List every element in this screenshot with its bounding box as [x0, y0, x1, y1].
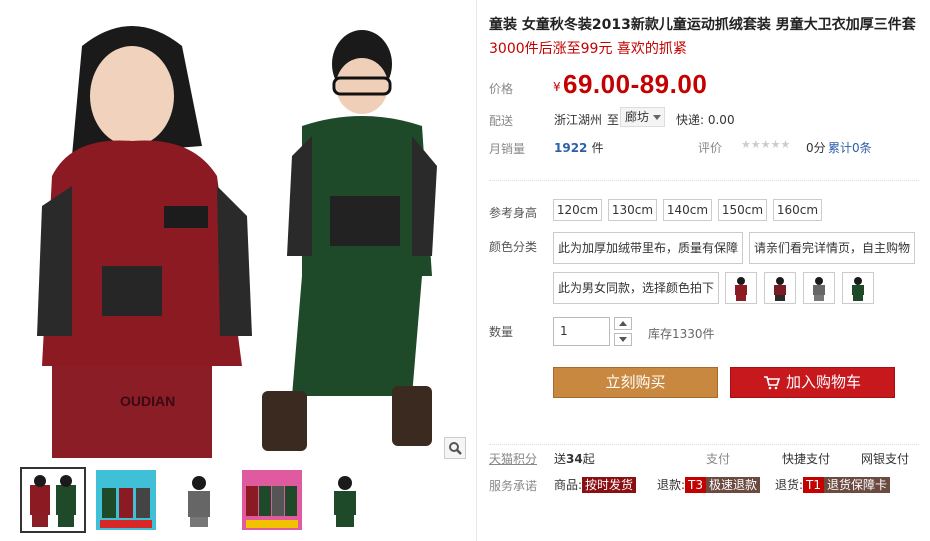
caret-down-icon — [653, 115, 661, 120]
color-label: 颜色分类 — [489, 240, 538, 254]
size-option-160[interactable]: 160cm — [773, 199, 822, 221]
monthly-sales-count: 1922 件 — [554, 141, 604, 155]
quantity-label: 数量 — [489, 325, 514, 339]
color-option-text-2[interactable]: 请亲们看完详情页，自主购物 — [749, 232, 915, 264]
product-info-panel: 童装 女童秋冬装2013新款儿童运动抓绒套装 男童大卫衣加厚三件套 3000件后… — [476, 0, 930, 541]
color-swatch-grey[interactable] — [803, 272, 835, 304]
thumbnail-3[interactable] — [166, 467, 232, 533]
fast-refund-badge: 极速退款 — [706, 477, 761, 493]
size-label: 参考身高 — [489, 206, 538, 220]
pay-bank: 网银支付 — [861, 452, 910, 466]
goods-promise: 商品: 按时发货 — [554, 476, 637, 493]
quantity-decrease-button[interactable] — [614, 333, 632, 346]
add-to-cart-button[interactable]: 加入购物车 — [730, 367, 895, 398]
quantity-input[interactable]: 1 — [553, 317, 610, 346]
points-info: 送34起 — [554, 452, 595, 466]
color-swatch-red-boy[interactable] — [764, 272, 796, 304]
rating-stars: ★★★★★ — [741, 138, 791, 151]
monthly-sales-label: 月销量 — [489, 142, 526, 156]
express-fee: 快递: 0.00 — [676, 113, 735, 127]
rating-score: 0分 — [806, 141, 826, 155]
product-promo: 3000件后涨至99元 喜欢的抓紧 — [489, 41, 687, 57]
add-to-cart-label: 加入购物车 — [785, 373, 861, 391]
payment-label: 支付 — [706, 452, 731, 466]
on-time-shipping-badge: 按时发货 — [582, 477, 637, 493]
color-option-text-1[interactable]: 此为加厚加绒带里布，质量有保障 — [553, 232, 743, 264]
cart-icon — [763, 375, 780, 389]
refund-promise: 退款: T3 极速退款 — [657, 476, 761, 493]
thumbnail-strip — [12, 462, 468, 538]
rating-label: 评价 — [698, 141, 723, 155]
size-option-140[interactable]: 140cm — [663, 199, 712, 221]
buy-now-label: 立刻购买 — [605, 373, 666, 391]
review-count-link[interactable]: 累计0条 — [828, 139, 872, 156]
quantity-increase-button[interactable] — [614, 317, 632, 330]
service-divider — [489, 444, 919, 445]
destination-select[interactable]: 廊坊 — [620, 107, 665, 127]
shipping-label: 配送 — [489, 114, 514, 128]
color-option-text-3[interactable]: 此为男女同款，选择颜色拍下 — [553, 272, 719, 304]
return-guarantee-badge: 退货保障卡 — [824, 477, 891, 493]
size-option-130[interactable]: 130cm — [608, 199, 657, 221]
buy-now-button[interactable]: 立刻购买 — [553, 367, 718, 398]
thumbnail-4[interactable] — [239, 467, 305, 533]
product-title: 童装 女童秋冬装2013新款儿童运动抓绒套装 男童大卫衣加厚三件套 — [489, 17, 916, 33]
magnifier-icon — [449, 442, 462, 455]
caret-up-icon — [619, 321, 627, 326]
thumbnail-1[interactable] — [20, 467, 86, 533]
service-promise-label: 服务承诺 — [489, 479, 538, 493]
ship-from: 浙江湖州 — [554, 113, 603, 127]
thumbnail-2[interactable] — [93, 467, 159, 533]
zoom-button[interactable] — [444, 437, 466, 459]
svg-text:OUDIAN: OUDIAN — [120, 393, 175, 409]
size-option-150[interactable]: 150cm — [718, 199, 767, 221]
price-value: 69.00-89.00 — [563, 69, 708, 99]
tmall-points-link[interactable]: 天猫积分 — [489, 450, 537, 467]
color-swatch-green[interactable] — [842, 272, 874, 304]
destination-value: 廊坊 — [625, 110, 650, 124]
caret-down-icon — [619, 337, 627, 342]
stock-count: 库存1330件 — [648, 327, 715, 341]
pay-quick: 快捷支付 — [782, 452, 831, 466]
return-promise: 退货: T1 退货保障卡 — [775, 476, 891, 493]
main-product-image[interactable]: OUDIAN — [12, 6, 468, 458]
size-option-120[interactable]: 120cm — [553, 199, 602, 221]
divider — [489, 180, 919, 181]
thumbnail-5[interactable] — [312, 467, 378, 533]
ship-to-label: 至 — [607, 113, 620, 127]
color-swatch-red-girl[interactable] — [725, 272, 757, 304]
price-label: 价格 — [489, 82, 514, 96]
currency-symbol: ¥ — [553, 80, 561, 94]
